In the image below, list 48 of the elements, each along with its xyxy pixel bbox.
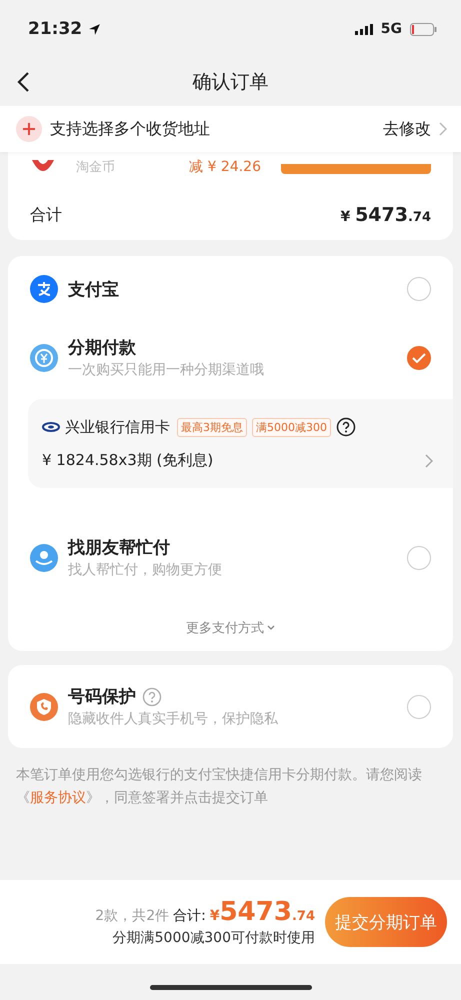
protection-subtitle: 隐藏收件人真实手机号，保护隐私 (68, 710, 279, 728)
bank-logo-icon (42, 422, 60, 432)
total-label: 合计 (30, 204, 62, 226)
submit-button[interactable]: 提交分期订单 (325, 897, 447, 947)
chevron-icon (425, 454, 433, 468)
battery-icon (410, 22, 437, 36)
caret-icon (267, 625, 275, 631)
agreement-notice: 本笔订单使用您勾选银行的支付宝快捷信用卡分期付款。请您阅读《服务协议》，同意签署并点击提交订单 (16, 766, 423, 808)
radio-button[interactable] (407, 546, 431, 570)
discount-hint: 分期满5000减300可付款时使用 (112, 929, 315, 947)
payment-title: 支付宝 (68, 278, 120, 300)
installment-plan: ¥ 1824.58x3期 (免利息) (42, 451, 214, 470)
signal-icon (354, 24, 375, 34)
yen-coin-icon (30, 344, 58, 372)
item-count: 2款，共2件 (95, 907, 170, 925)
banner-text: 支持选择多个收货地址 (50, 118, 210, 140)
location-arrow-icon (88, 22, 102, 36)
coin-label: 淘金币 (76, 161, 115, 174)
promo-tag: 满5000减300 (252, 418, 331, 436)
service-agreement-link[interactable]: 服务协议 (30, 790, 86, 806)
payment-title: 分期付款 (68, 337, 137, 359)
network-label: 5G (380, 21, 402, 37)
payment-title: 找朋友帮忙付 (68, 537, 171, 559)
more-payment-methods[interactable]: 更多支付方式 (176, 619, 286, 637)
back-icon[interactable] (16, 71, 30, 93)
total-label: 合计: (173, 907, 206, 925)
shop-logo-icon (30, 160, 56, 174)
page-title: 确认订单 (192, 70, 268, 95)
bank-card-option[interactable]: 兴业银行信用卡 最高3期免息 满5000减300 ¥ 1824.58x3期 (免利息) (28, 399, 453, 488)
payment-subtitle: 找人帮忙付，购物更方便 (68, 561, 223, 579)
bank-name: 兴业银行信用卡 (65, 418, 170, 436)
alipay-logo-icon (30, 275, 58, 303)
discount-text: 减 ¥ 24.26 (189, 160, 261, 174)
payment-subtitle: 一次购买只能用一种分期渠道哦 (68, 361, 265, 379)
radio-button[interactable] (407, 346, 431, 370)
edit-link[interactable]: 去修改 (383, 118, 431, 140)
total-amount: ¥ 5473.74 (340, 204, 431, 226)
chevron-icon (439, 122, 447, 136)
radio-button[interactable] (407, 277, 431, 301)
help-icon[interactable] (336, 417, 356, 437)
plus-icon (16, 116, 42, 142)
radio-button[interactable] (407, 694, 431, 718)
check-icon (412, 352, 426, 362)
phone-shield-icon (30, 692, 58, 720)
status-time: 21:32 (28, 19, 82, 39)
protection-title: 号码保护 (68, 686, 136, 708)
promo-tag: 最高3期免息 (177, 418, 247, 436)
total-amount: ¥5473.74 (210, 897, 315, 927)
